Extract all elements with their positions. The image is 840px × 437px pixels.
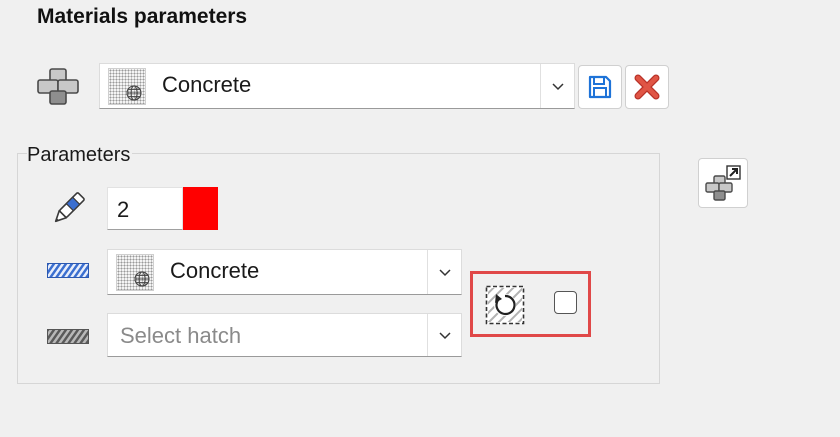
second-hatch-select[interactable]: Select hatch [107, 313, 462, 357]
material-select-value: Concrete [162, 72, 252, 97]
second-hatch-placeholder: Select hatch [120, 323, 242, 348]
hatch-select[interactable]: Concrete [107, 249, 462, 295]
rotate-hatch-icon[interactable] [485, 285, 525, 325]
chevron-down-icon [438, 331, 451, 339]
hatch-select-value: Concrete [170, 258, 260, 283]
second-hatch-dropdown-button[interactable] [427, 314, 461, 356]
globe-icon [126, 85, 142, 101]
blue-hatch-icon [47, 263, 89, 278]
hatch-dropdown-button[interactable] [427, 250, 461, 294]
pen-color-swatch[interactable] [183, 187, 218, 230]
material-dropdown-button[interactable] [540, 64, 574, 108]
floppy-disk-icon [588, 75, 612, 99]
chevron-down-icon [551, 82, 564, 90]
rotate-hatch-checkbox[interactable] [554, 291, 577, 314]
material-select[interactable]: Concrete [99, 63, 575, 109]
pen-width-input[interactable]: 2 [107, 187, 183, 230]
save-button[interactable] [578, 65, 622, 109]
globe-icon [134, 271, 150, 287]
concrete-thumbnail [116, 254, 154, 291]
page-title: Materials parameters [37, 5, 248, 28]
gray-hatch-icon [47, 329, 89, 344]
delete-button[interactable] [625, 65, 669, 109]
concrete-thumbnail [108, 68, 146, 105]
chevron-down-icon [438, 268, 451, 276]
open-material-library-button[interactable] [698, 158, 748, 208]
material-link-icon [705, 165, 741, 201]
pen-icon [45, 188, 89, 232]
red-x-icon [634, 74, 660, 100]
parameters-label: Parameters [27, 144, 133, 167]
material-library-icon[interactable] [36, 66, 82, 106]
